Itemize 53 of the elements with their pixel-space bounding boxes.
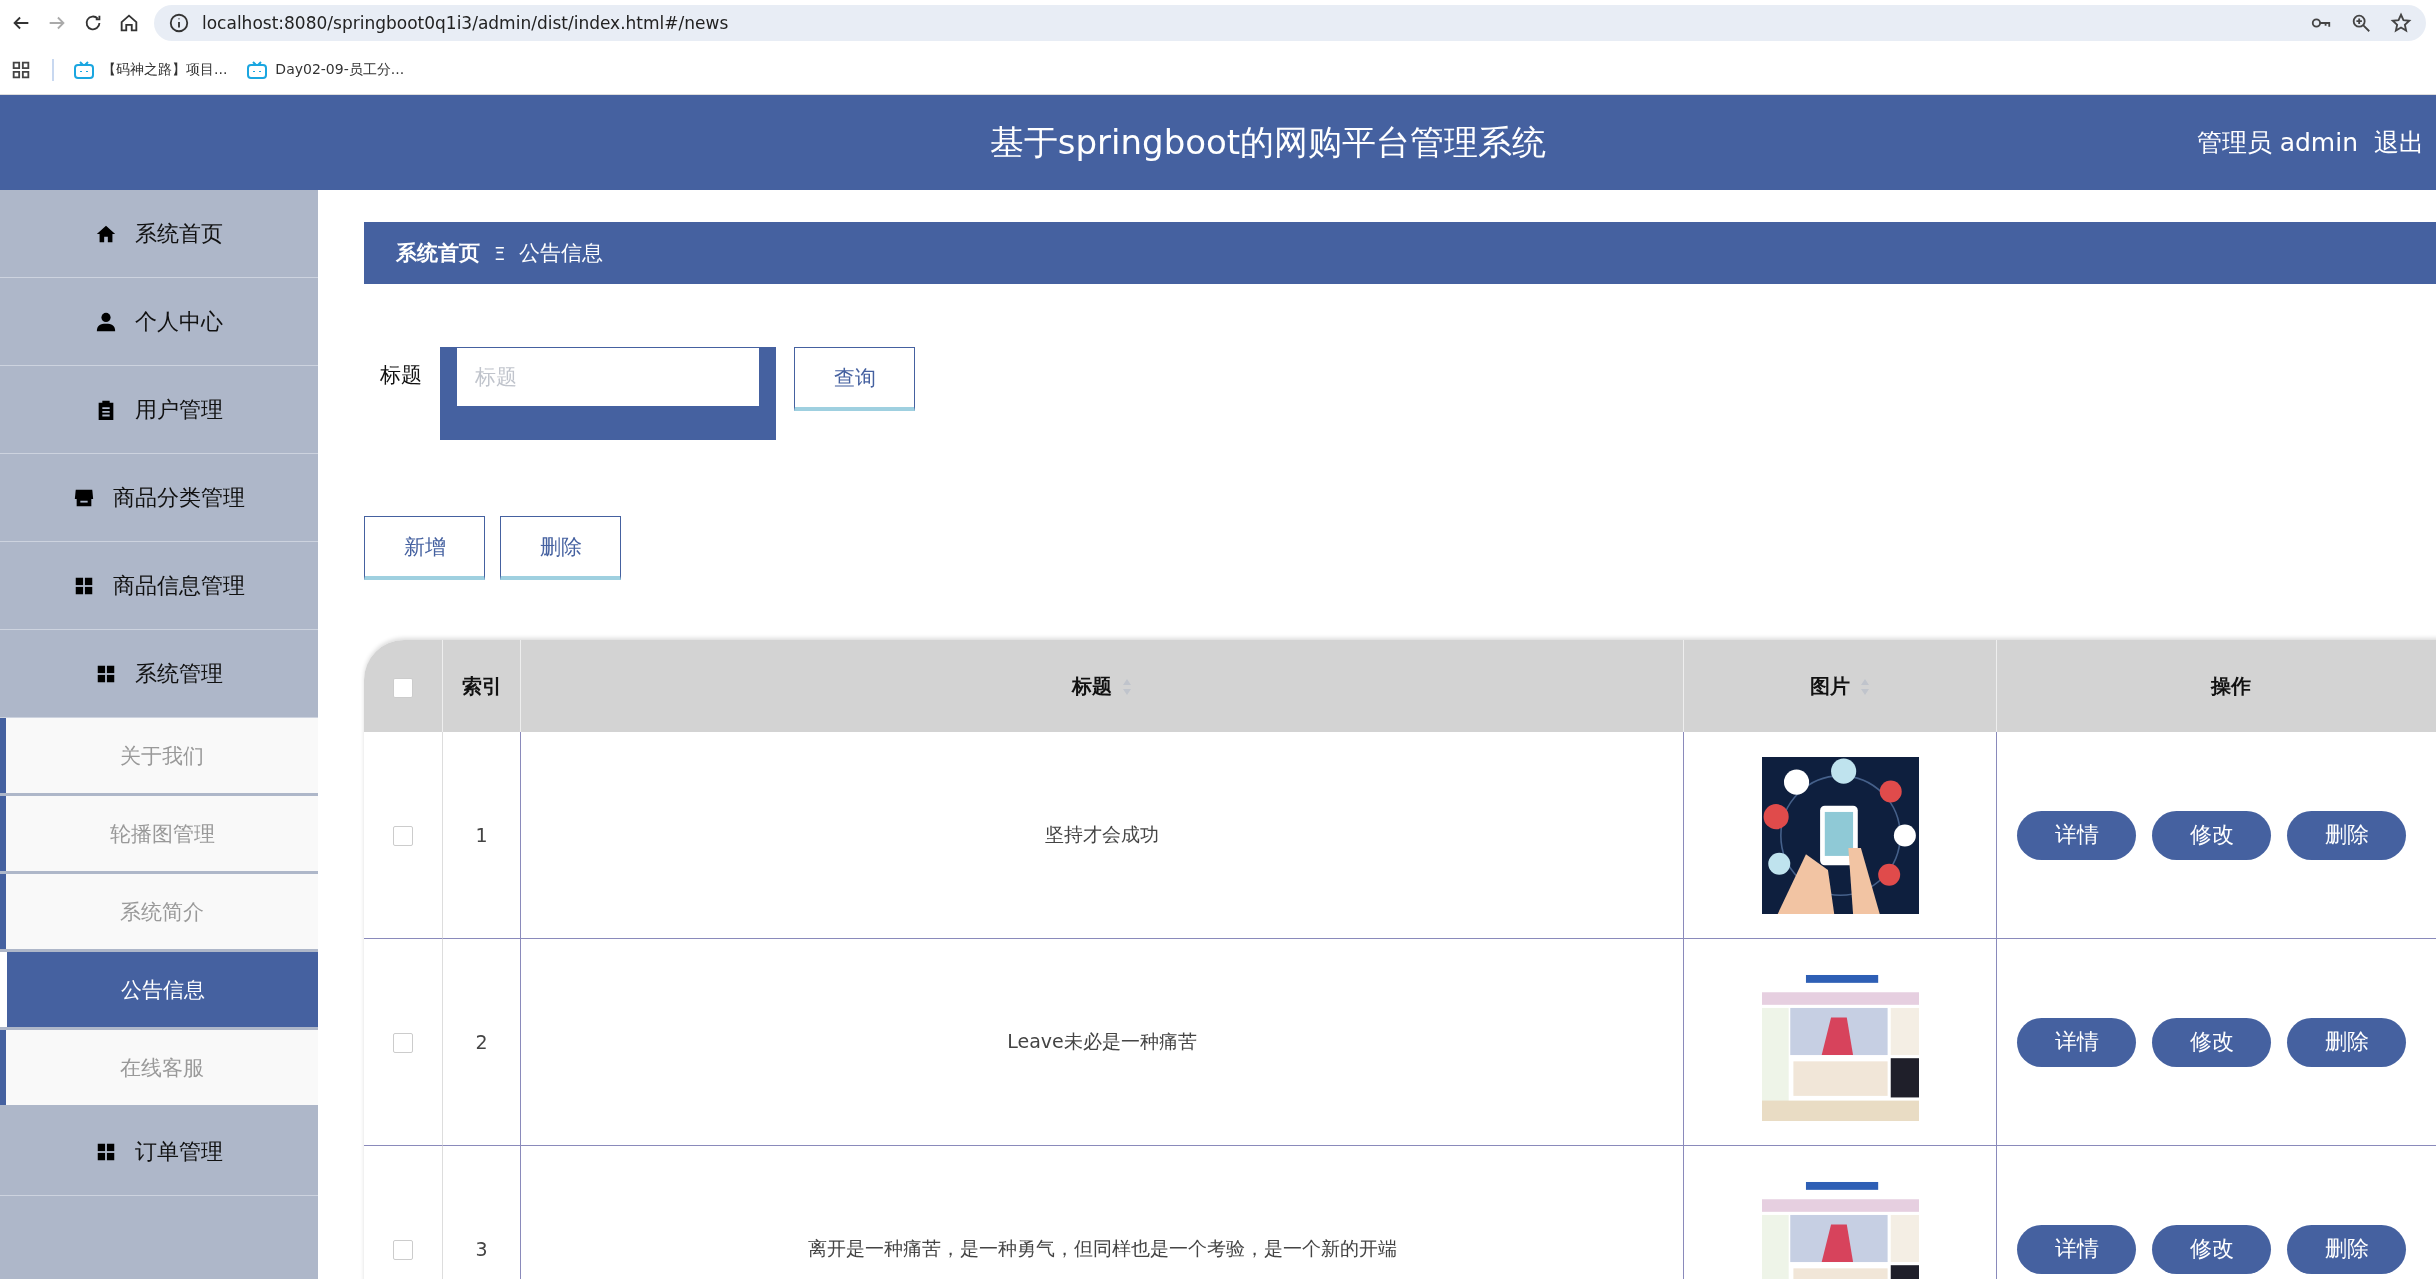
zoom-icon[interactable] (2350, 12, 2372, 34)
title-text: 离开是一种痛苦，是一种勇气，但同样也是一个考验，是一个新的开端 (807, 1237, 1397, 1259)
row-checkbox[interactable] (393, 1033, 413, 1054)
submenu-item[interactable]: 公告信息 (0, 952, 318, 1027)
tv-icon (247, 61, 268, 79)
sidebar-item[interactable]: 用户管理 (0, 366, 318, 454)
info-icon[interactable] (168, 12, 190, 34)
action-button[interactable]: 删除 (500, 516, 621, 580)
breadcrumb-separator: Ξ (494, 242, 506, 264)
column-title: 图片 (1810, 673, 1850, 698)
row-action-button[interactable]: 详情 (2017, 1224, 2136, 1274)
bookmark-link[interactable]: Day02-09-员工分... (247, 61, 405, 79)
title-text: 坚持才会成功 (1045, 823, 1159, 845)
tv-icon (74, 61, 94, 79)
user-icon (95, 310, 117, 333)
sidebar-item[interactable]: 订单管理 (0, 1108, 318, 1196)
row-action-button[interactable]: 修改 (2152, 810, 2271, 860)
row-action-button[interactable]: 详情 (2017, 1017, 2136, 1067)
sidebar-item[interactable]: 商品分类管理 (0, 454, 318, 542)
url-text: localhost:8080/springboot0q1i3/admin/dist/index.html#/news (202, 13, 729, 33)
row-action-button[interactable]: 删除 (2287, 1224, 2406, 1274)
title-label: 标题 (379, 362, 422, 389)
apps-icon[interactable] (10, 59, 32, 81)
index-text: 1 (475, 824, 488, 846)
breadcrumb-current: 公告信息 (519, 240, 604, 267)
address-bar[interactable]: localhost:8080/springboot0q1i3/admin/dist/index.html#/news (154, 5, 2426, 41)
home-icon[interactable] (118, 12, 140, 34)
row-action-button[interactable]: 修改 (2152, 1017, 2271, 1067)
row-checkbox[interactable] (393, 826, 413, 847)
sidebar-item[interactable]: 商品信息管理 (0, 542, 318, 630)
title-text: Leave未必是一种痛苦 (1007, 1030, 1197, 1052)
row-action-button[interactable]: 删除 (2287, 810, 2406, 860)
index-text: 2 (475, 1031, 488, 1053)
row-action-button[interactable]: 删除 (2287, 1017, 2406, 1067)
star-icon[interactable] (2390, 12, 2412, 34)
row-action-button[interactable]: 详情 (2017, 810, 2136, 860)
select-all-checkbox[interactable] (393, 677, 413, 698)
column-title: 标题 (1072, 673, 1112, 698)
user-label: 管理员 admin (2196, 127, 2358, 159)
column-title: 操作 (2210, 673, 2251, 698)
logout-link[interactable]: 退出 (2374, 126, 2424, 159)
action-button[interactable]: 新增 (364, 516, 485, 580)
bookmark-link[interactable]: 【码神之路】项目... (74, 61, 228, 79)
sidebar-item[interactable]: 系统首页 (0, 190, 318, 278)
index-text: 3 (475, 1238, 488, 1260)
column-title: 索引 (461, 673, 502, 698)
query-button[interactable]: 查询 (794, 347, 915, 411)
title-search-field[interactable]: 标题 (440, 347, 776, 440)
system-title: 基于springboot的网购平台管理系统 (989, 120, 1547, 164)
row-action-button[interactable]: 修改 (2152, 1224, 2271, 1274)
breadcrumb-home-link[interactable]: 系统首页 (396, 239, 480, 267)
row-checkbox[interactable] (393, 1240, 413, 1261)
sidebar-item[interactable]: 个人中心 (0, 278, 318, 366)
